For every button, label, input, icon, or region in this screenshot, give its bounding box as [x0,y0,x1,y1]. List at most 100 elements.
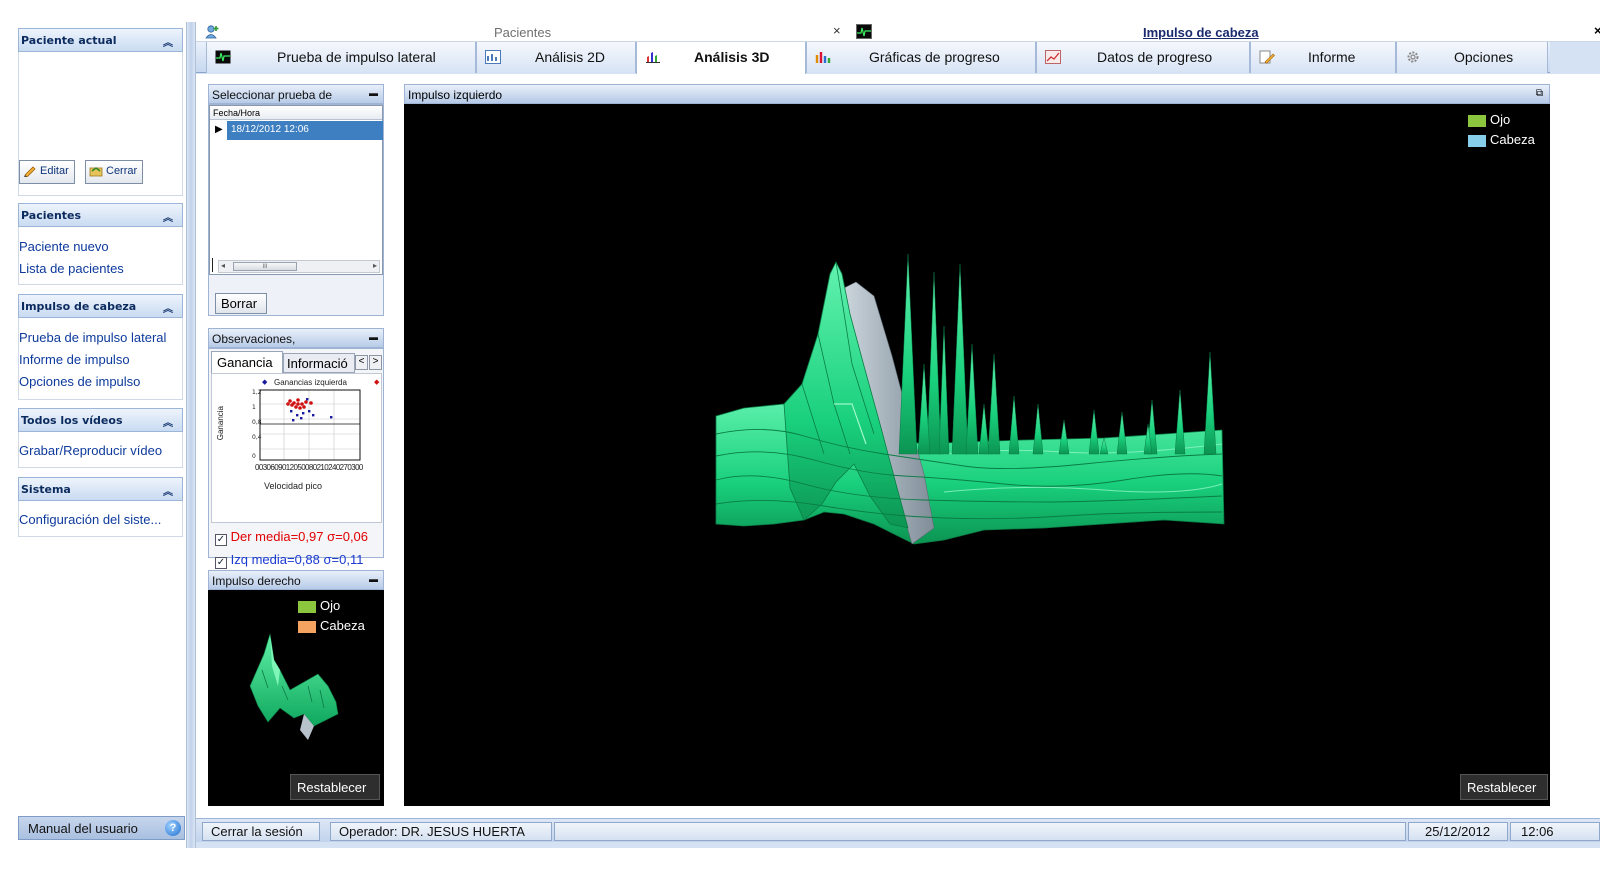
collapse-chevron-icon[interactable]: ︽ [163,483,173,498]
right-stats-checkbox[interactable]: ✓ [215,534,227,546]
document-tab-patients[interactable]: Pacientes × [196,22,848,42]
document-tab-head-impulse[interactable]: Impulso de cabeza × [848,22,1600,42]
collapse-chevron-icon[interactable]: ︽ [163,34,173,49]
document-area: Pacientes × Impulso de cabeza × Prueba d… [196,22,1600,848]
horizontal-scrollbar[interactable]: ◂ III ▸ [218,260,380,273]
patients-header[interactable]: Pacientes ︽ [18,203,183,227]
surface-spike [951,263,969,455]
head-impulse-header[interactable]: Impulso de cabeza ︽ [18,294,183,318]
tab-report[interactable]: Informe [1250,42,1396,73]
videos-body: Grabar/Reproducir vídeo [18,432,183,468]
row-pointer-icon: ▶ [215,124,223,135]
surface-spike [938,325,950,455]
left-impulse-title: Impulso izquierdo [408,88,503,102]
mini-x-ticks: 0030609012050080210240270300 [255,463,363,472]
surface-spike [1203,351,1217,455]
nav-link-system-config[interactable]: Configuración del siste... [19,512,161,527]
delete-button[interactable]: Borrar [215,293,267,314]
head-impulse-title: Impulso de cabeza [21,300,137,313]
chart-3d-icon [646,52,660,63]
edit-button[interactable]: Editar [19,160,75,184]
test-datetime-cell[interactable]: 18/12/2012 12:06 [227,121,383,140]
document-tab-head-impulse-title: Impulso de cabeza [1143,25,1259,40]
user-manual-bar[interactable]: Manual del usuario ? [18,816,185,840]
nav-link-impulse-options[interactable]: Opciones de impulso [19,374,140,389]
scroll-left-icon[interactable]: ◂ [221,261,225,270]
minimize-icon[interactable]: ▬ [369,574,379,584]
system-header[interactable]: Sistema ︽ [18,477,183,501]
folder-icon [89,167,103,177]
collapse-chevron-icon[interactable]: ︽ [163,414,173,429]
table-row[interactable]: ▶ 18/12/2012 12:06 [210,121,383,140]
current-patient-title: Paciente actual [21,34,117,47]
left-impulse-surface [715,253,1225,545]
svg-text:0,4: 0,4 [252,434,262,441]
nav-link-patient-list[interactable]: Lista de pacientes [19,261,124,276]
logout-button[interactable]: Cerrar la sesión [202,822,320,841]
tab-information[interactable]: Informació [283,353,355,373]
close-tab-icon[interactable]: × [1594,23,1600,38]
left-stats-row[interactable]: ✓ Izq media=0,88 σ=0,11 [215,552,383,570]
current-patient-body: Editar Cerrar [18,52,183,196]
tab-lateral-impulse-test[interactable]: Prueba de impulso lateral [206,42,476,73]
right-impulse-3d-view[interactable]: Ojo Cabeza Restablecer [208,590,384,806]
user-manual-label: Manual del usuario [28,821,138,836]
collapse-chevron-icon[interactable]: ︽ [163,209,173,224]
patients-title: Pacientes [21,209,82,222]
test-grid[interactable]: Fecha/Hora ▶ 18/12/2012 12:06 ◂ III ▸ [209,105,383,275]
tab-analysis-2d[interactable]: Análisis 2D [476,42,636,73]
right-impulse-header: Impulso derecho ▬ [208,570,384,590]
collapse-chevron-icon[interactable]: ︽ [163,300,173,315]
scroll-right-icon[interactable]: ▸ [373,261,377,270]
status-time: 12:06 [1510,822,1600,841]
tab-label: Informe [1308,49,1356,65]
left-impulse-reset-button[interactable]: Restablecer [1460,774,1548,800]
report-pencil-icon [1259,50,1275,64]
left-impulse-3d-view[interactable]: Ojo Cabeza Restablecer [404,104,1550,806]
tab-analysis-3d[interactable]: Análisis 3D [636,42,806,74]
surface-spike [978,403,990,455]
surface-spike [987,353,1001,455]
mini-x-axis-label: Velocidad pico [264,481,323,491]
grid-edge [212,258,213,272]
observations-panel: Ganancia Informació < > ◆ Ganancias izqu… [208,348,384,569]
tab-scroll-left-icon[interactable]: < [355,355,368,370]
close-patient-button[interactable]: Cerrar [85,160,143,184]
videos-header[interactable]: Todos los vídeos ︽ [18,408,183,432]
right-stats-label: Der media=0,97 σ=0,06 [230,529,369,544]
tab-label: Gráficas de progreso [869,49,1000,65]
nav-link-impulse-report[interactable]: Informe de impulso [19,352,130,367]
add-patient-icon [205,25,219,39]
current-patient-header[interactable]: Paciente actual ︽ [18,28,183,52]
right-stats-row[interactable]: ✓ Der media=0,97 σ=0,06 [215,529,383,547]
surface-spike [1008,395,1020,455]
tab-options[interactable]: Opciones [1396,42,1548,73]
gain-mini-chart: ◆ Ganancias izquierda ◆ 1,2 1 0,8 0,4 0 … [211,373,382,523]
tab-progress-charts[interactable]: Gráficas de progreso [806,42,1036,73]
help-icon[interactable]: ? [165,820,181,836]
observations-header: Observaciones, ▬ [208,328,384,348]
scroll-thumb[interactable]: III [233,262,297,271]
tab-label: Datos de progreso [1097,49,1213,65]
bar-chart-icon [815,52,831,63]
nav-link-lateral-impulse-test[interactable]: Prueba de impulso lateral [19,330,166,345]
minimize-icon[interactable]: ▬ [369,88,379,98]
tab-progress-data[interactable]: Datos de progreso [1036,42,1250,73]
tab-scroll-right-icon[interactable]: > [369,355,382,370]
system-body: Configuración del siste... [18,501,183,537]
left-stats-checkbox[interactable]: ✓ [215,557,227,569]
tab-gain[interactable]: Ganancia [211,351,283,373]
nav-link-new-patient[interactable]: Paciente nuevo [19,239,109,254]
nav-link-record-play-video[interactable]: Grabar/Reproducir vídeo [19,443,162,458]
select-test-panel: Fecha/Hora ▶ 18/12/2012 12:06 ◂ III ▸ Bo… [208,104,384,316]
grid-column-header[interactable]: Fecha/Hora [210,106,382,120]
close-tab-icon[interactable]: × [833,23,841,38]
minimize-icon[interactable]: ▬ [369,332,379,342]
patients-body: Paciente nuevo Lista de pacientes [18,227,183,285]
restore-window-icon[interactable]: ⧉ [1536,88,1543,99]
panel-splitter[interactable] [186,22,196,848]
right-impulse-reset-button[interactable]: Restablecer [290,774,380,800]
document-tab-patients-title: Pacientes [494,25,552,40]
left-nav-panel: Paciente actual ︽ Editar Cerrar Paciente… [18,22,185,848]
surface-spike [1174,389,1186,455]
